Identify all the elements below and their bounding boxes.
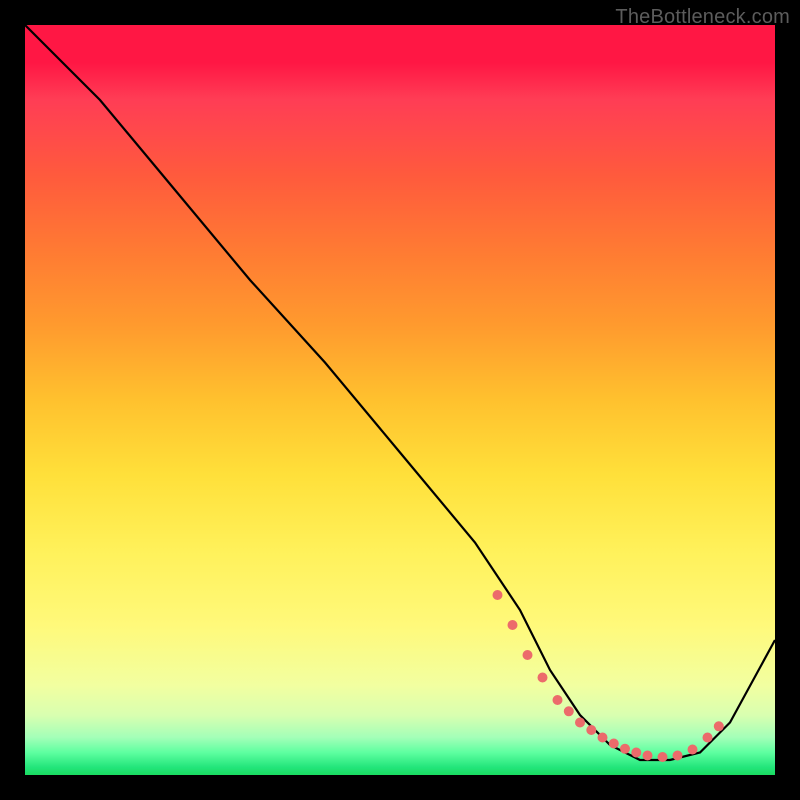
curve-markers <box>493 590 724 762</box>
curve-line <box>25 25 775 760</box>
marker-dot <box>598 733 608 743</box>
chart-container: TheBottleneck.com <box>0 0 800 800</box>
marker-dot <box>714 721 724 731</box>
marker-dot <box>493 590 503 600</box>
marker-dot <box>620 744 630 754</box>
marker-dot <box>586 725 596 735</box>
marker-dot <box>609 739 619 749</box>
marker-dot <box>564 706 574 716</box>
chart-svg <box>25 25 775 775</box>
plot-area <box>25 25 775 775</box>
marker-dot <box>658 752 668 762</box>
marker-dot <box>673 751 683 761</box>
marker-dot <box>553 695 563 705</box>
marker-dot <box>703 733 713 743</box>
marker-dot <box>523 650 533 660</box>
marker-dot <box>631 748 641 758</box>
marker-dot <box>688 745 698 755</box>
marker-dot <box>643 751 653 761</box>
marker-dot <box>575 718 585 728</box>
marker-dot <box>508 620 518 630</box>
marker-dot <box>538 673 548 683</box>
